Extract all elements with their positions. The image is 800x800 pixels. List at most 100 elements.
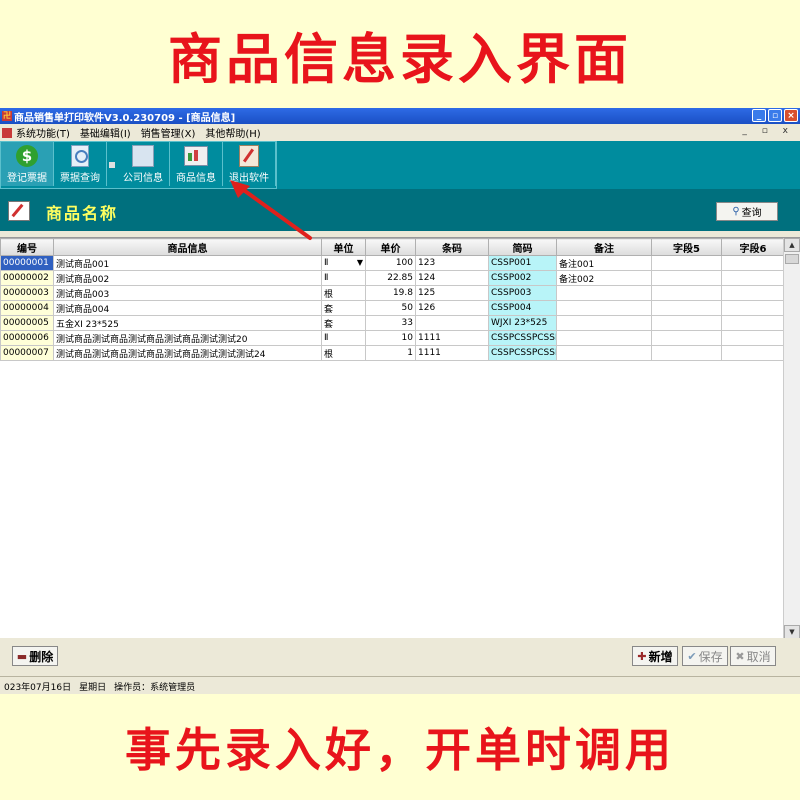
cell-price[interactable]: 22.85 <box>365 270 416 286</box>
cell-barcode[interactable]: 124 <box>415 270 489 286</box>
cell-field5[interactable] <box>651 330 722 346</box>
cell-note[interactable] <box>556 300 652 316</box>
cell-goods[interactable]: 测试商品测试商品测试商品测试商品测试测试测试24 <box>53 345 322 361</box>
table-row[interactable]: 00000001 测试商品001 Ⅱ ▼ 100 123 CSSP001 备注00… <box>0 255 785 271</box>
cell-field6[interactable] <box>721 285 785 301</box>
cell-field5[interactable] <box>651 285 722 301</box>
cell-note[interactable]: 备注001 <box>556 255 652 271</box>
cell-price[interactable]: 1 <box>365 345 416 361</box>
delete-button[interactable]: ▬ 删除 <box>12 646 58 666</box>
table-row[interactable]: 00000006 测试商品测试商品测试商品测试商品测试测试20 Ⅱ 10 111… <box>0 330 785 346</box>
cell-unit[interactable]: Ⅱ ▼ <box>321 255 366 271</box>
cell-note[interactable] <box>556 330 652 346</box>
cell-note[interactable]: 备注002 <box>556 270 652 286</box>
cell-field6[interactable] <box>721 300 785 316</box>
add-button[interactable]: ✚ 新增 <box>632 646 678 666</box>
cell-barcode[interactable]: 123 <box>415 255 489 271</box>
scroll-up-icon[interactable]: ▲ <box>784 238 800 252</box>
cell-price[interactable]: 100 <box>365 255 416 271</box>
query-button[interactable]: ⚲ 查询 <box>716 202 778 221</box>
cell-unit[interactable]: Ⅱ <box>321 270 366 286</box>
cell-goods[interactable]: 五金XI 23*525 <box>53 315 322 331</box>
cell-abbr[interactable]: CSSP002 <box>488 270 557 286</box>
cell-goods[interactable]: 测试商品测试商品测试商品测试商品测试测试20 <box>53 330 322 346</box>
menu-basic-edit[interactable]: 基础编辑(I) <box>78 125 139 140</box>
column-header[interactable]: 条码 <box>415 238 489 256</box>
cell-code[interactable]: 00000002 <box>0 270 54 286</box>
minimize-icon[interactable]: _ <box>752 109 766 122</box>
mdi-controls[interactable]: _ ▫ x <box>742 126 794 136</box>
maximize-icon[interactable]: ▫ <box>768 109 782 122</box>
cell-unit[interactable]: 套 <box>321 315 366 331</box>
cell-field6[interactable] <box>721 330 785 346</box>
cell-field6[interactable] <box>721 270 785 286</box>
cell-field5[interactable] <box>651 315 722 331</box>
cell-unit[interactable]: 根 <box>321 285 366 301</box>
cell-goods[interactable]: 测试商品004 <box>53 300 322 316</box>
table-row[interactable]: 00000007 测试商品测试商品测试商品测试商品测试测试测试24 根 1 11… <box>0 345 785 361</box>
toolbar-ticket-query-button[interactable]: 票据查询 <box>54 142 107 186</box>
cell-unit[interactable]: 根 <box>321 345 366 361</box>
cell-code[interactable]: 00000005 <box>0 315 54 331</box>
cell-note[interactable] <box>556 315 652 331</box>
cell-field5[interactable] <box>651 255 722 271</box>
toolbar-company-info-button[interactable]: 公司信息 <box>117 142 170 186</box>
cell-goods[interactable]: 测试商品002 <box>53 270 322 286</box>
cell-code[interactable]: 00000003 <box>0 285 54 301</box>
column-header[interactable]: 简码 <box>488 238 557 256</box>
menu-system[interactable]: 系统功能(T) <box>14 125 78 140</box>
cell-note[interactable] <box>556 285 652 301</box>
vertical-scrollbar[interactable]: ▲ ▼ <box>783 238 800 639</box>
toolbar-register-ticket-button[interactable]: $ 登记票据 <box>1 142 54 186</box>
table-row[interactable]: 00000002 测试商品002 Ⅱ 22.85 124 CSSP002 备注0… <box>0 270 785 286</box>
cancel-button[interactable]: ✖ 取消 <box>730 646 776 666</box>
cell-abbr[interactable]: CSSP001 <box>488 255 557 271</box>
cell-field6[interactable] <box>721 345 785 361</box>
cell-barcode[interactable]: 1111 <box>415 330 489 346</box>
cell-barcode[interactable]: 125 <box>415 285 489 301</box>
cell-abbr[interactable]: WJXI 23*525 <box>488 315 557 331</box>
cell-field5[interactable] <box>651 300 722 316</box>
toolbar-goods-info-button[interactable]: 商品信息 <box>170 142 223 186</box>
cell-barcode[interactable] <box>415 315 489 331</box>
table-row[interactable]: 00000005 五金XI 23*525 套 33 WJXI 23*525 <box>0 315 785 331</box>
cell-field6[interactable] <box>721 315 785 331</box>
cell-abbr[interactable]: CSSP004 <box>488 300 557 316</box>
save-button[interactable]: ✔ 保存 <box>682 646 728 666</box>
cell-abbr[interactable]: CSSPCSSPCSSPCS <box>488 330 557 346</box>
menu-sales[interactable]: 销售管理(X) <box>139 125 204 140</box>
scroll-thumb[interactable] <box>785 254 799 264</box>
cell-code[interactable]: 00000007 <box>0 345 54 361</box>
cell-goods[interactable]: 测试商品001 <box>53 255 322 271</box>
close-icon[interactable]: × <box>784 109 798 122</box>
table-row[interactable]: 00000004 测试商品004 套 50 126 CSSP004 <box>0 300 785 316</box>
cell-price[interactable]: 19.8 <box>365 285 416 301</box>
cell-code[interactable]: 00000006 <box>0 330 54 346</box>
cell-unit[interactable]: 套 <box>321 300 366 316</box>
cell-unit[interactable]: Ⅱ <box>321 330 366 346</box>
cell-note[interactable] <box>556 345 652 361</box>
column-header[interactable]: 备注 <box>556 238 652 256</box>
cell-price[interactable]: 50 <box>365 300 416 316</box>
toolbar-exit-button[interactable]: 退出软件 <box>223 142 276 186</box>
cell-barcode[interactable]: 1111 <box>415 345 489 361</box>
cell-abbr[interactable]: CSSP003 <box>488 285 557 301</box>
cell-field5[interactable] <box>651 270 722 286</box>
column-header[interactable]: 商品信息 <box>53 238 322 256</box>
dropdown-arrow-icon[interactable]: ▼ <box>357 258 363 267</box>
cell-abbr[interactable]: CSSPCSSPCSSPCS <box>488 345 557 361</box>
menu-help[interactable]: 其他帮助(H) <box>203 125 268 140</box>
column-header[interactable]: 字段5 <box>651 238 722 256</box>
cell-field6[interactable] <box>721 255 785 271</box>
column-header[interactable]: 单价 <box>365 238 416 256</box>
cell-code[interactable]: 00000004 <box>0 300 54 316</box>
cell-price[interactable]: 10 <box>365 330 416 346</box>
scroll-down-icon[interactable]: ▼ <box>784 625 800 639</box>
cell-barcode[interactable]: 126 <box>415 300 489 316</box>
column-header[interactable]: 编号 <box>0 238 54 256</box>
table-row[interactable]: 00000003 测试商品003 根 19.8 125 CSSP003 <box>0 285 785 301</box>
cell-code[interactable]: 00000001 <box>0 255 54 271</box>
cell-goods[interactable]: 测试商品003 <box>53 285 322 301</box>
column-header[interactable]: 单位 <box>321 238 366 256</box>
column-header[interactable]: 字段6 <box>721 238 785 256</box>
